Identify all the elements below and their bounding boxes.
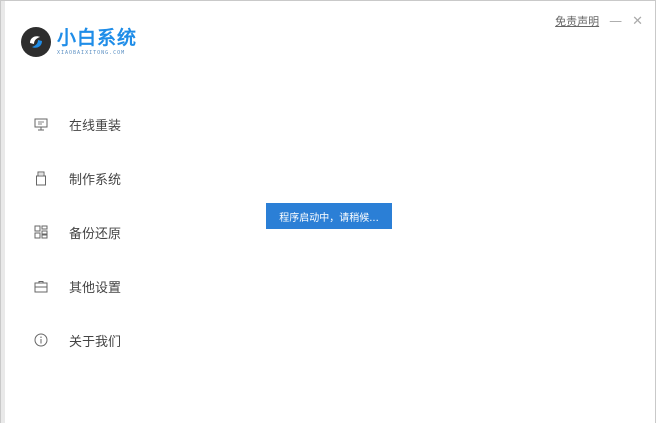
nav-item-online-reinstall[interactable]: 在线重装 bbox=[33, 97, 121, 151]
nav-item-label: 在线重装 bbox=[69, 118, 122, 134]
nav-item-make-system[interactable]: 制作系统 bbox=[33, 151, 121, 205]
logo-icon bbox=[21, 27, 51, 57]
monitor-icon bbox=[33, 116, 49, 132]
nav-item-label: 备份还原 bbox=[69, 226, 122, 242]
window-left-edge bbox=[1, 1, 5, 423]
info-icon bbox=[33, 332, 49, 348]
sidebar-nav: 在线重装 制作系统 备份还原 其他设置 关于我们 bbox=[33, 97, 121, 367]
app-logo: 小白系统 XIAOBAIXITONG.COM bbox=[21, 27, 137, 57]
app-window: 小白系统 XIAOBAIXITONG.COM 免责声明 — ✕ 在线重装 制作系… bbox=[0, 0, 656, 423]
app-title: 小白系统 bbox=[57, 26, 138, 49]
nav-item-backup-restore[interactable]: 备份还原 bbox=[33, 205, 121, 259]
nav-item-label: 关于我们 bbox=[69, 334, 122, 350]
nav-item-other-settings[interactable]: 其他设置 bbox=[33, 259, 121, 313]
minimize-button[interactable]: — bbox=[609, 15, 622, 28]
nav-item-label: 制作系统 bbox=[69, 172, 122, 188]
usb-icon bbox=[33, 170, 49, 186]
briefcase-icon bbox=[33, 278, 49, 294]
backup-icon bbox=[33, 224, 49, 240]
status-message: 程序启动中，请稍候... bbox=[279, 212, 379, 224]
app-subtitle: XIAOBAIXITONG.COM bbox=[57, 49, 126, 56]
nav-item-label: 其他设置 bbox=[69, 280, 122, 296]
status-toast: 程序启动中，请稍候... bbox=[266, 203, 392, 229]
nav-item-about-us[interactable]: 关于我们 bbox=[33, 313, 121, 367]
close-button[interactable]: ✕ bbox=[632, 15, 643, 28]
disclaimer-link[interactable]: 免责声明 bbox=[555, 13, 599, 29]
titlebar-controls: 免责声明 — ✕ bbox=[555, 13, 643, 29]
